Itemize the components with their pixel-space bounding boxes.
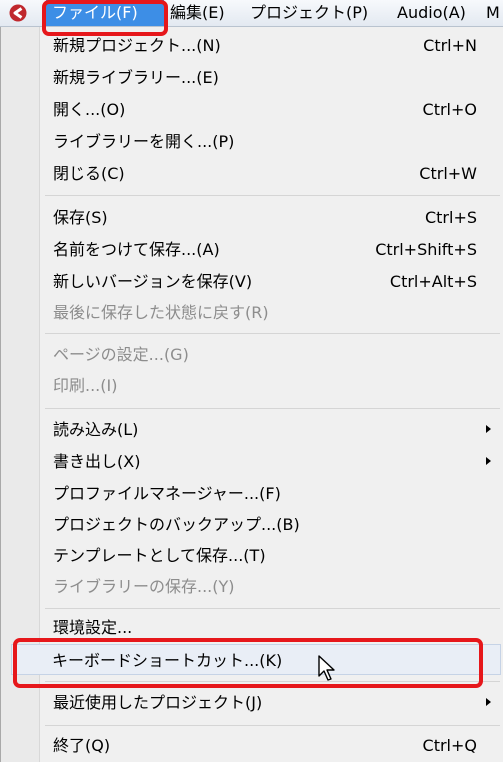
app-window: ファイル(F) 編集(E) プロジェクト(P) Audio(A) M 新規プロジ… (0, 0, 503, 762)
menu-item-print: 印刷...(I) (45, 370, 497, 401)
menu-item-label: 書き出し(X) (53, 452, 141, 471)
menu-item-label: テンプレートとして保存...(T) (53, 546, 266, 565)
menu-item-new-library[interactable]: 新規ライブラリー...(E) (45, 62, 497, 93)
menu-separator (45, 681, 500, 682)
menu-item-save-as[interactable]: 名前をつけて保存...(A) Ctrl+Shift+S (45, 234, 497, 265)
menu-item-label: 保存(S) (53, 208, 108, 227)
mouse-pointer-icon (318, 655, 335, 681)
menu-item-label: 閉じる(C) (53, 164, 125, 183)
chevron-right-icon (486, 698, 491, 706)
menu-separator (45, 725, 500, 726)
menu-item-label: 環境設定... (53, 618, 133, 637)
menu-item-shortcut: Ctrl+S (424, 208, 477, 227)
menu-item-label: ライブラリーを開く...(P) (53, 132, 235, 151)
menu-item-shortcut: Ctrl+Shift+S (375, 240, 477, 259)
menu-item-quit[interactable]: 終了(Q) Ctrl+Q (45, 730, 497, 761)
menu-separator (45, 608, 500, 609)
chevron-right-icon (486, 457, 491, 465)
menu-item-new-project[interactable]: 新規プロジェクト...(N) Ctrl+N (45, 30, 497, 61)
menu-item-save-as-template[interactable]: テンプレートとして保存...(T) (45, 540, 497, 571)
menu-item-import[interactable]: 読み込み(L) (45, 414, 497, 445)
menu-separator (45, 333, 500, 334)
menu-item-label: 新規プロジェクト...(N) (53, 36, 221, 55)
menu-item-save-library: ライブラリーの保存...(Y) (45, 571, 497, 602)
chevron-right-icon (486, 425, 491, 433)
menu-item-shortcut: Ctrl+Q (422, 736, 477, 755)
cubase-logo-icon[interactable] (8, 3, 28, 23)
menu-file[interactable]: ファイル(F) (46, 0, 164, 26)
menu-item-label: 最後に保存した状態に戻す(R) (53, 303, 269, 322)
menu-item-export[interactable]: 書き出し(X) (45, 446, 497, 477)
menu-item-close[interactable]: 閉じる(C) Ctrl+W (45, 158, 497, 189)
menu-edit[interactable]: 編集(E) (164, 0, 244, 26)
menu-more[interactable]: M (486, 0, 503, 26)
menu-item-label: 新しいバージョンを保存(V) (53, 272, 253, 291)
menu-item-label: プロジェクトのバックアップ...(B) (53, 515, 300, 534)
menu-item-open-library[interactable]: ライブラリーを開く...(P) (45, 126, 497, 157)
menu-item-profile-manager[interactable]: プロファイルマネージャー...(F) (45, 478, 497, 509)
menu-item-save-new-version[interactable]: 新しいバージョンを保存(V) Ctrl+Alt+S (45, 266, 497, 297)
menu-project[interactable]: プロジェクト(P) (244, 0, 384, 26)
menu-item-recent-projects[interactable]: 最近使用したプロジェクト(J) (45, 687, 497, 718)
menu-item-label: プロファイルマネージャー...(F) (53, 484, 281, 503)
menu-separator (45, 408, 500, 409)
menu-bar: ファイル(F) 編集(E) プロジェクト(P) Audio(A) M (0, 0, 503, 27)
menu-item-page-setup: ページの設定...(G) (45, 339, 497, 370)
menu-item-keyboard-shortcuts[interactable]: キーボードショートカット...(K) (11, 644, 501, 675)
menu-item-label: 新規ライブラリー...(E) (53, 68, 219, 87)
menu-item-shortcut: Ctrl+W (419, 164, 477, 183)
menu-item-revert: 最後に保存した状態に戻す(R) (45, 297, 497, 328)
menu-item-save[interactable]: 保存(S) Ctrl+S (45, 202, 497, 233)
menu-item-preferences[interactable]: 環境設定... (45, 612, 497, 643)
file-menu-dropdown: 新規プロジェクト...(N) Ctrl+N 新規ライブラリー...(E) 開く.… (0, 27, 503, 762)
menu-item-label: 名前をつけて保存...(A) (53, 240, 220, 259)
menu-item-label: 最近使用したプロジェクト(J) (53, 693, 263, 712)
menu-audio[interactable]: Audio(A) (391, 0, 485, 26)
menu-item-shortcut: Ctrl+N (423, 36, 477, 55)
menu-item-shortcut: Ctrl+O (422, 100, 477, 119)
menu-item-shortcut: Ctrl+Alt+S (389, 272, 477, 291)
menu-item-label: ページの設定...(G) (53, 345, 189, 364)
menu-item-label: 開く...(O) (53, 100, 126, 119)
menu-separator (45, 195, 500, 196)
menu-item-open[interactable]: 開く...(O) Ctrl+O (45, 94, 497, 125)
menu-item-label: キーボードショートカット...(K) (52, 651, 283, 670)
menu-item-label: 印刷...(I) (53, 376, 118, 395)
menu-item-backup-project[interactable]: プロジェクトのバックアップ...(B) (45, 509, 497, 540)
menu-item-label: ライブラリーの保存...(Y) (53, 577, 235, 596)
menu-item-label: 読み込み(L) (53, 420, 139, 439)
menu-item-label: 終了(Q) (53, 736, 111, 755)
